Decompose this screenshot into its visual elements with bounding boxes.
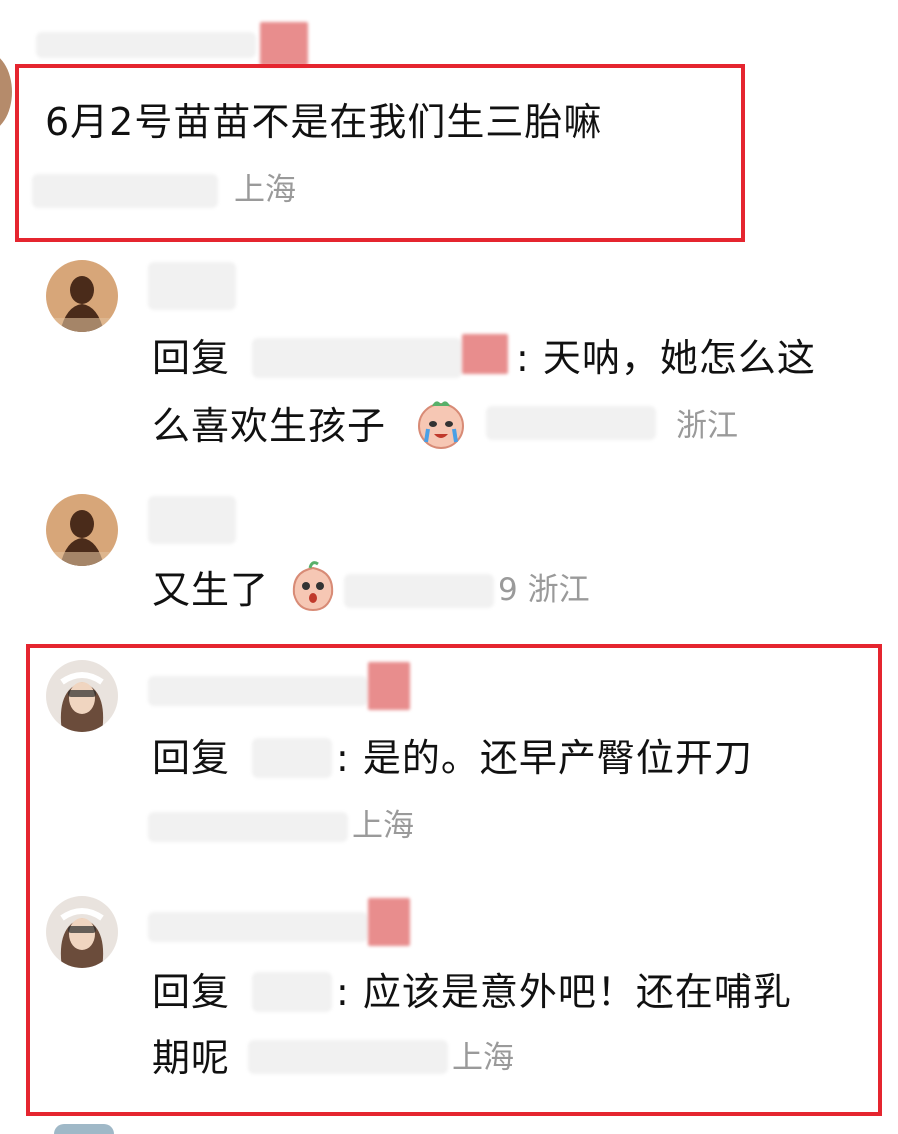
reply-3-mention-blur[interactable] <box>252 738 332 778</box>
reply-2-text: 又生了 <box>152 568 270 612</box>
reply-1-body-line1: : 天呐，她怎么这 <box>516 336 816 380</box>
shocked-peach-emoji-icon <box>286 560 340 614</box>
timestamp-blur-reply-2 <box>344 574 494 608</box>
reply-4-body-line2: 期呢 <box>152 1036 231 1080</box>
username-blur-reply-4 <box>148 912 368 942</box>
reply-4-location: 上海 <box>452 1040 514 1076</box>
avatar-reply-2[interactable] <box>46 494 118 566</box>
reply-4-body-line1: : 应该是意外吧！还在哺乳 <box>336 970 792 1014</box>
reply-1-mention-blur[interactable] <box>252 338 462 378</box>
next-avatar-partial <box>54 1124 114 1134</box>
reply-4-prefix: 回复 <box>152 970 231 1014</box>
reply-1-prefix: 回复 <box>152 336 231 380</box>
reply-2-location: 9 浙江 <box>498 572 590 608</box>
main-comment-text: 6月2号苗苗不是在我们生三胎嘛 <box>45 100 603 144</box>
reply-1-location: 浙江 <box>676 408 738 444</box>
username-badge-top <box>260 22 308 66</box>
avatar-reply-1[interactable] <box>46 260 118 332</box>
username-blur-reply-1 <box>148 262 236 310</box>
reply-3-location: 上海 <box>352 808 414 844</box>
reply-3-body: : 是的。还早产臀位开刀 <box>336 736 753 780</box>
reply-1-body-line2: 么喜欢生孩子 <box>152 404 387 448</box>
avatar-reply-4[interactable] <box>46 896 118 968</box>
username-blur-reply-3 <box>148 676 368 706</box>
left-avatar-partial <box>0 52 12 132</box>
username-badge-reply-4 <box>368 898 410 946</box>
username-blur-top <box>36 32 256 58</box>
timestamp-blur-main <box>32 174 218 208</box>
timestamp-blur-reply-3 <box>148 812 348 842</box>
timestamp-blur-reply-4 <box>248 1040 448 1074</box>
main-comment-location: 上海 <box>234 172 296 208</box>
reply-1-mention-badge <box>462 334 508 374</box>
reply-4-mention-blur[interactable] <box>252 972 332 1012</box>
highlight-box-main-comment <box>15 64 745 242</box>
username-badge-reply-3 <box>368 662 410 710</box>
username-blur-reply-2 <box>148 496 236 544</box>
crying-emoji-icon <box>414 396 468 450</box>
timestamp-blur-reply-1 <box>486 406 656 440</box>
avatar-reply-3[interactable] <box>46 660 118 732</box>
reply-3-prefix: 回复 <box>152 736 231 780</box>
